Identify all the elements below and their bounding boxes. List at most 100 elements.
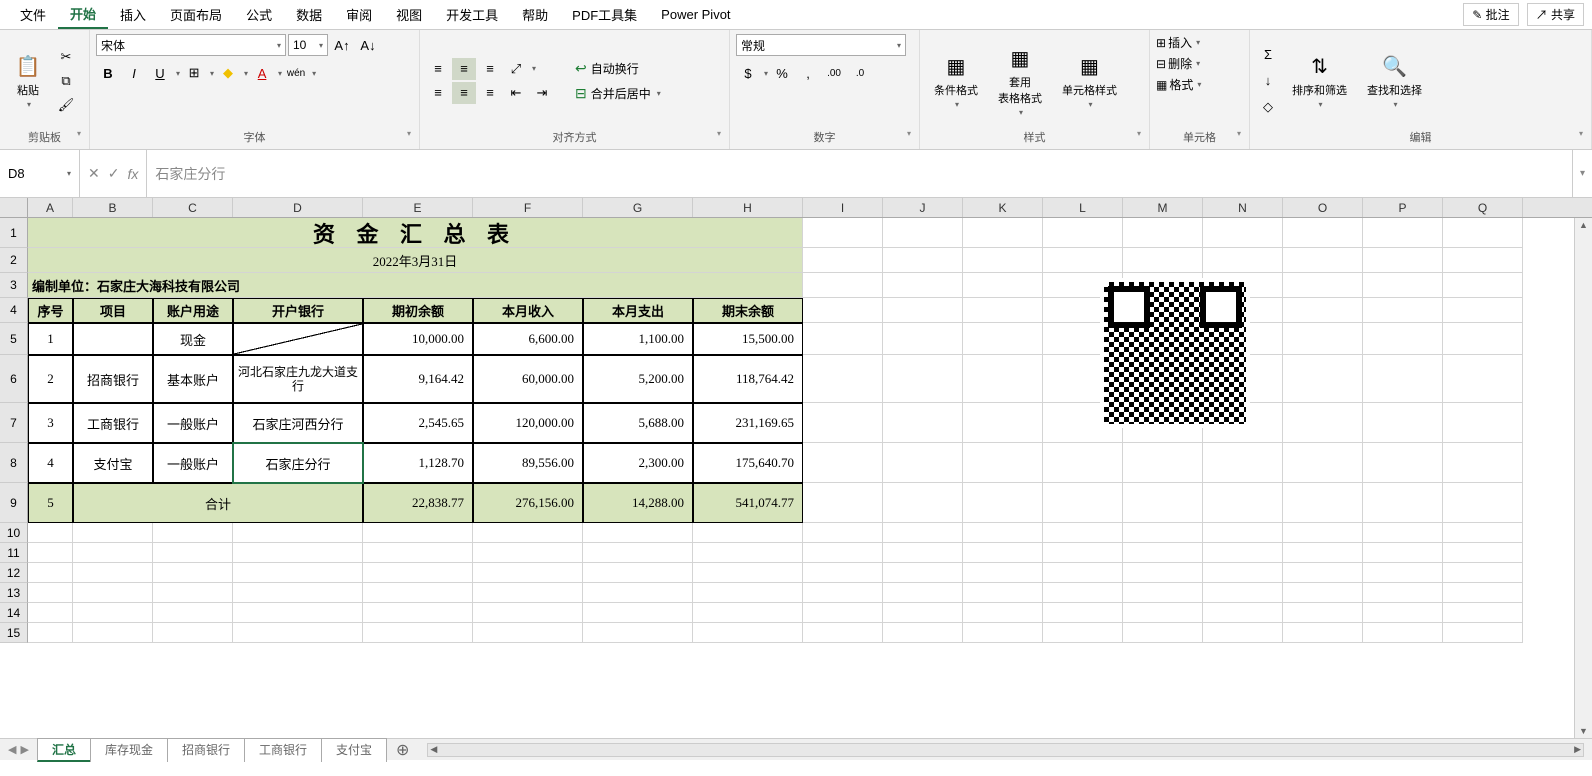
table-cell[interactable]: 6,600.00	[473, 323, 583, 355]
row-header-11[interactable]: 11	[0, 543, 28, 563]
table-cell[interactable]: 10,000.00	[363, 323, 473, 355]
decrease-indent-button[interactable]: ⇤	[504, 82, 528, 104]
cell[interactable]	[1283, 623, 1363, 643]
number-format-select[interactable]: 常规▾	[736, 34, 906, 56]
cell[interactable]	[803, 483, 883, 523]
col-header-A[interactable]: A	[28, 198, 73, 217]
border-button[interactable]: ⊞	[182, 62, 206, 84]
cell[interactable]	[963, 583, 1043, 603]
cell[interactable]	[583, 603, 693, 623]
percent-button[interactable]: %	[770, 62, 794, 84]
cell[interactable]	[1443, 583, 1523, 603]
table-cell[interactable]: 89,556.00	[473, 443, 583, 483]
cell[interactable]	[1283, 218, 1363, 248]
cell[interactable]	[1443, 443, 1523, 483]
cell[interactable]	[1043, 603, 1123, 623]
menu-pivot[interactable]: Power Pivot	[649, 3, 742, 26]
cell[interactable]	[963, 403, 1043, 443]
cell[interactable]	[28, 543, 73, 563]
row-header-12[interactable]: 12	[0, 563, 28, 583]
align-top-button[interactable]: ≡	[426, 58, 450, 80]
cell[interactable]	[583, 543, 693, 563]
cell[interactable]	[803, 563, 883, 583]
cell[interactable]	[883, 273, 963, 298]
col-header-D[interactable]: D	[233, 198, 363, 217]
cell[interactable]	[1283, 443, 1363, 483]
decrease-decimal-button[interactable]: .0	[848, 62, 872, 84]
find-select-button[interactable]: 🔍查找和选择▾	[1359, 48, 1430, 113]
annotate-button[interactable]: ✎ 批注	[1463, 3, 1518, 26]
cell[interactable]	[1443, 403, 1523, 443]
menu-pdf[interactable]: PDF工具集	[560, 1, 649, 28]
menu-insert[interactable]: 插入	[108, 1, 158, 28]
sheet-tab-0[interactable]: 汇总	[37, 738, 91, 762]
cell[interactable]	[28, 523, 73, 543]
cell[interactable]	[1443, 248, 1523, 273]
cell[interactable]	[1203, 583, 1283, 603]
cell[interactable]	[1203, 623, 1283, 643]
cell[interactable]	[1123, 248, 1203, 273]
table-cell[interactable]: 支付宝	[73, 443, 153, 483]
menu-formulas[interactable]: 公式	[234, 1, 284, 28]
col-header-O[interactable]: O	[1283, 198, 1363, 217]
cell[interactable]	[1363, 603, 1443, 623]
cell[interactable]	[28, 623, 73, 643]
table-cell[interactable]: 1	[28, 323, 73, 355]
row-header-3[interactable]: 3	[0, 273, 28, 298]
cell[interactable]	[1123, 543, 1203, 563]
cell[interactable]	[803, 583, 883, 603]
cell[interactable]	[1123, 218, 1203, 248]
increase-indent-button[interactable]: ⇥	[530, 82, 554, 104]
cell[interactable]	[1043, 443, 1123, 483]
cell[interactable]	[1123, 483, 1203, 523]
cell[interactable]	[1443, 623, 1523, 643]
cut-button[interactable]: ✂	[54, 46, 78, 68]
increase-font-button[interactable]: A↑	[330, 34, 354, 56]
menu-review[interactable]: 审阅	[334, 1, 384, 28]
row-header-10[interactable]: 10	[0, 523, 28, 543]
cell[interactable]	[1043, 623, 1123, 643]
cell[interactable]	[1363, 443, 1443, 483]
sort-filter-button[interactable]: ⇅排序和筛选▾	[1284, 48, 1355, 113]
align-bottom-button[interactable]: ≡	[478, 58, 502, 80]
cell[interactable]	[963, 523, 1043, 543]
table-cell[interactable]	[73, 323, 153, 355]
cell[interactable]	[1443, 355, 1523, 403]
cell[interactable]	[1043, 483, 1123, 523]
cell[interactable]	[1283, 543, 1363, 563]
cell[interactable]	[963, 623, 1043, 643]
cell[interactable]	[1043, 563, 1123, 583]
align-left-button[interactable]: ≡	[426, 82, 450, 104]
cell[interactable]	[883, 355, 963, 403]
cell[interactable]	[28, 603, 73, 623]
comma-button[interactable]: ,	[796, 62, 820, 84]
row-header-6[interactable]: 6	[0, 355, 28, 403]
sheet-tab-3[interactable]: 工商银行	[244, 738, 322, 762]
cell[interactable]	[1363, 623, 1443, 643]
row-header-14[interactable]: 14	[0, 603, 28, 623]
wrap-text-button[interactable]: ↩自动换行	[566, 57, 670, 80]
sheet-nav-next[interactable]: ▶	[20, 743, 28, 756]
share-button[interactable]: ↗ 共享	[1527, 3, 1584, 26]
row-header-1[interactable]: 1	[0, 218, 28, 248]
cell-style-button[interactable]: ▦单元格样式▾	[1054, 48, 1125, 113]
cell[interactable]	[1363, 563, 1443, 583]
cell[interactable]	[1363, 523, 1443, 543]
cell[interactable]	[1283, 248, 1363, 273]
sheet-tab-2[interactable]: 招商银行	[167, 738, 245, 762]
col-header-N[interactable]: N	[1203, 198, 1283, 217]
cell[interactable]	[1123, 563, 1203, 583]
font-color-button[interactable]: A	[250, 62, 274, 84]
menu-home[interactable]: 开始	[58, 0, 108, 29]
table-cell[interactable]: 石家庄河西分行	[233, 403, 363, 443]
table-cell[interactable]: 1,128.70	[363, 443, 473, 483]
row-header-8[interactable]: 8	[0, 443, 28, 483]
cell[interactable]	[1283, 563, 1363, 583]
cell[interactable]	[1283, 273, 1363, 298]
cell[interactable]	[1363, 273, 1443, 298]
cell[interactable]	[693, 623, 803, 643]
name-box[interactable]: D8▾	[0, 150, 80, 197]
cell[interactable]	[233, 583, 363, 603]
format-cells-button[interactable]: ▦ 格式 ▾	[1156, 76, 1201, 93]
sheet-tab-4[interactable]: 支付宝	[321, 738, 387, 762]
